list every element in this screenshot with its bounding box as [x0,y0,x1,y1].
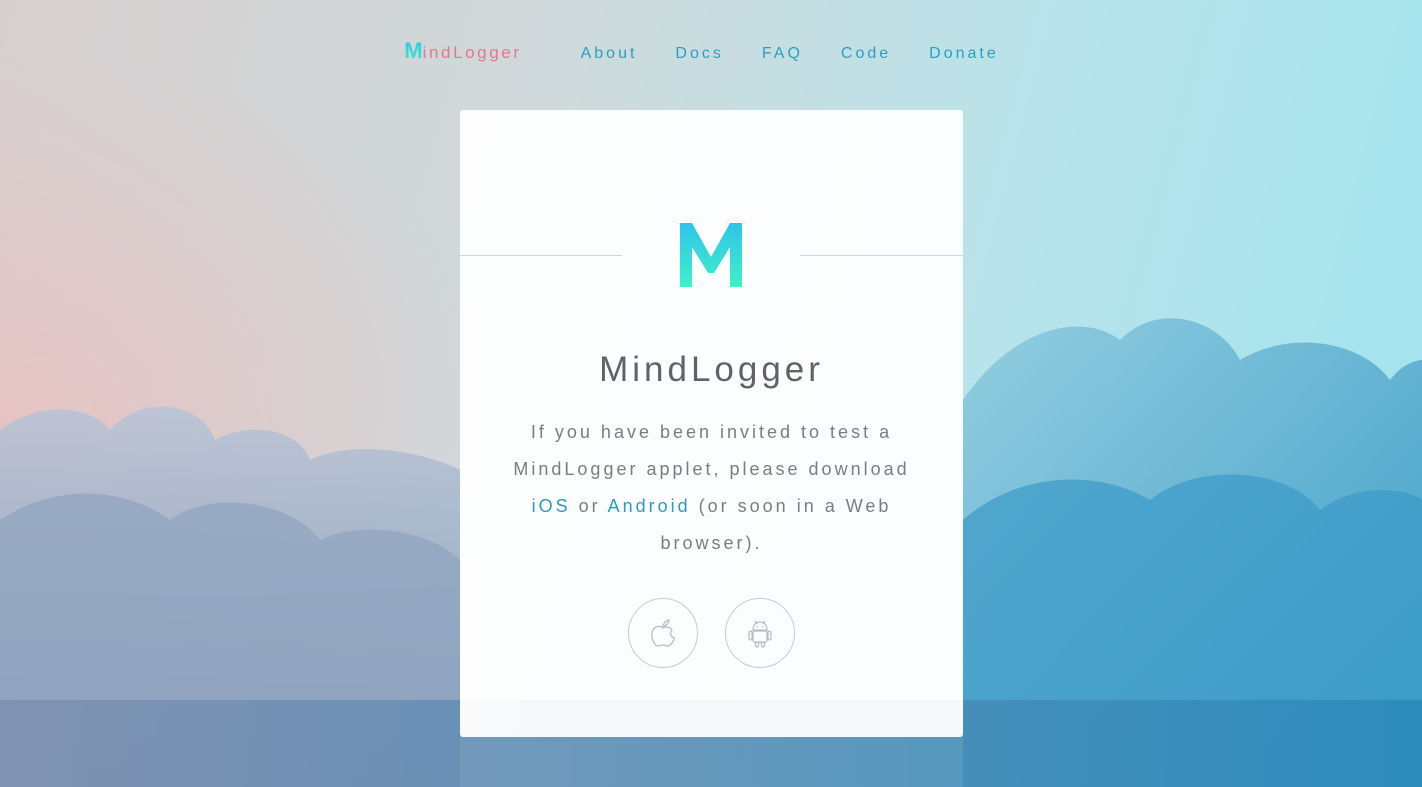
ios-link[interactable]: iOS [532,496,571,516]
top-nav: M indLogger About Docs FAQ Code Donate [0,38,1422,64]
android-icon [748,620,772,648]
welcome-card: MindLogger If you have been invited to t… [460,110,963,737]
nav-link-donate[interactable]: Donate [929,45,999,63]
card-title: MindLogger [599,350,824,389]
description-text-1: If you have been invited to test a MindL… [513,422,910,479]
android-link[interactable]: Android [608,496,691,516]
nav-link-about[interactable]: About [581,45,638,63]
description-text-3: (or soon in a Web browser). [660,496,892,553]
brand-logo-link[interactable]: M indLogger [404,38,521,64]
divider-left [460,255,622,256]
nav-link-faq[interactable]: FAQ [762,45,803,63]
ios-download-button[interactable] [628,598,698,668]
card-description: If you have been invited to test a MindL… [500,414,923,562]
nav-link-docs[interactable]: Docs [675,45,723,63]
mindlogger-logo-icon [680,223,742,287]
divider-right [800,255,963,256]
nav-link-code[interactable]: Code [841,45,891,63]
apple-icon [651,619,676,647]
brand-name: indLogger [422,43,522,62]
description-text-2: or [570,496,608,516]
brand-initial: M [404,38,423,63]
android-download-button[interactable] [725,598,795,668]
